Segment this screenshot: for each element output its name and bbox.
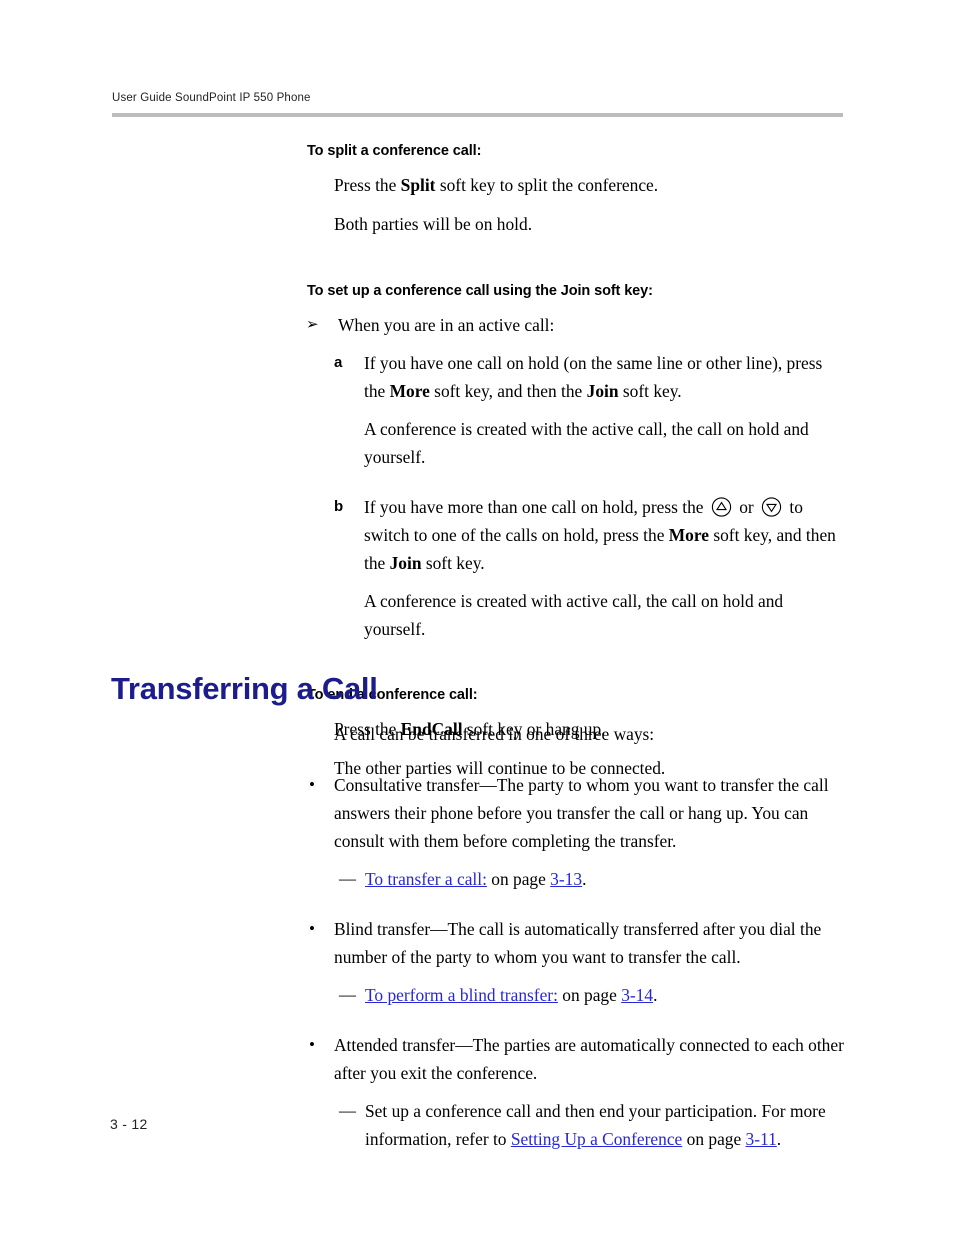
- page-link-3-11[interactable]: 3-11: [746, 1129, 777, 1149]
- paragraph-split-result: Both parties will be on hold.: [334, 214, 533, 234]
- arrow-bullet-icon: ➢: [306, 317, 319, 333]
- crossref-link-to-transfer-a-call[interactable]: To transfer a call:: [365, 869, 487, 889]
- list-item-step-b: b If you have more than one call on hold…: [0, 493, 954, 577]
- text-fragment: If you have more than one call on hold, …: [364, 497, 708, 517]
- list-item-blind-crossref: — To perform a blind transfer: on page 3…: [0, 981, 954, 1009]
- transfer-section-body: A call can be transferred in one of thre…: [0, 720, 954, 1153]
- paragraph-transfer-intro: A call can be transferred in one of thre…: [334, 724, 655, 744]
- text-fragment: soft key.: [618, 381, 682, 401]
- text-fragment: on page: [486, 869, 551, 889]
- text-fragment: soft key.: [421, 553, 485, 573]
- text-fragment: .: [653, 985, 658, 1005]
- dash-bullet-icon: —: [339, 869, 356, 888]
- down-arrow-key-icon: [758, 497, 785, 517]
- list-item-label: Blind transfer—The call is automatically…: [334, 919, 822, 967]
- document-page: User Guide SoundPoint IP 550 Phone To sp…: [0, 0, 954, 1235]
- text-fragment: Press the: [334, 175, 401, 195]
- page-title: Transferring a Call: [111, 671, 378, 706]
- page-link-3-13[interactable]: 3-13: [550, 869, 582, 889]
- list-item-active-call: ➢ When you are in an active call:: [0, 311, 954, 339]
- text-fragment: soft key to split the conference.: [435, 175, 659, 195]
- paragraph-step-b-result: A conference is created with active call…: [364, 591, 784, 639]
- list-item-consultative-crossref: — To transfer a call: on page 3-13.: [0, 865, 954, 893]
- list-item-consultative-transfer: • Consultative transfer—The party to who…: [0, 771, 954, 855]
- bullet-icon: •: [309, 775, 315, 794]
- dash-bullet-icon: —: [339, 1101, 356, 1120]
- bullet-icon: •: [309, 1035, 315, 1054]
- running-header-title: User Guide SoundPoint IP 550 Phone: [112, 92, 311, 104]
- softkey-name-more: More: [389, 381, 430, 401]
- paragraph-split-press: Press the Split soft key to split the co…: [0, 171, 954, 199]
- softkey-name-join: Join: [389, 553, 422, 573]
- text-fragment: .: [776, 1129, 782, 1149]
- step-marker-b: b: [334, 498, 344, 515]
- softkey-name-split: Split: [400, 175, 436, 195]
- header-divider-rule: [112, 113, 843, 117]
- step-marker-a: a: [334, 354, 343, 371]
- crossref-link-to-perform-a-blind-transfer[interactable]: To perform a blind transfer:: [365, 985, 558, 1005]
- paragraph-step-a-result: A conference is created with the active …: [364, 419, 809, 467]
- dash-bullet-icon: —: [339, 985, 356, 1004]
- list-item-attended-transfer: • Attended transfer—The parties are auto…: [0, 1031, 954, 1087]
- page-number-footer: 3 - 12: [110, 1116, 148, 1132]
- section-heading-setup-conference-join: To set up a conference call using the Jo…: [307, 283, 653, 299]
- list-item-label: Attended transfer—The parties are automa…: [334, 1035, 844, 1083]
- text-fragment: on page: [557, 985, 622, 1005]
- text-fragment: .: [582, 869, 587, 889]
- list-item-blind-transfer: • Blind transfer—The call is automatical…: [0, 915, 954, 971]
- text-fragment: or: [734, 497, 759, 517]
- section-heading-split-conference: To split a conference call:: [307, 143, 482, 159]
- up-arrow-key-icon: [708, 497, 735, 517]
- text-fragment: on page: [682, 1129, 746, 1149]
- softkey-name-join: Join: [586, 381, 619, 401]
- bullet-icon: •: [309, 919, 315, 938]
- list-item-step-a: a If you have one call on hold (on the s…: [0, 349, 954, 405]
- text-fragment: soft key, and then the: [429, 381, 587, 401]
- crossref-link-setting-up-a-conference[interactable]: Setting Up a Conference: [511, 1129, 682, 1149]
- softkey-name-more: More: [668, 525, 709, 545]
- list-item-label: Consultative transfer—The party to whom …: [334, 775, 829, 851]
- list-item-label: When you are in an active call:: [338, 315, 555, 335]
- page-link-3-14[interactable]: 3-14: [621, 985, 653, 1005]
